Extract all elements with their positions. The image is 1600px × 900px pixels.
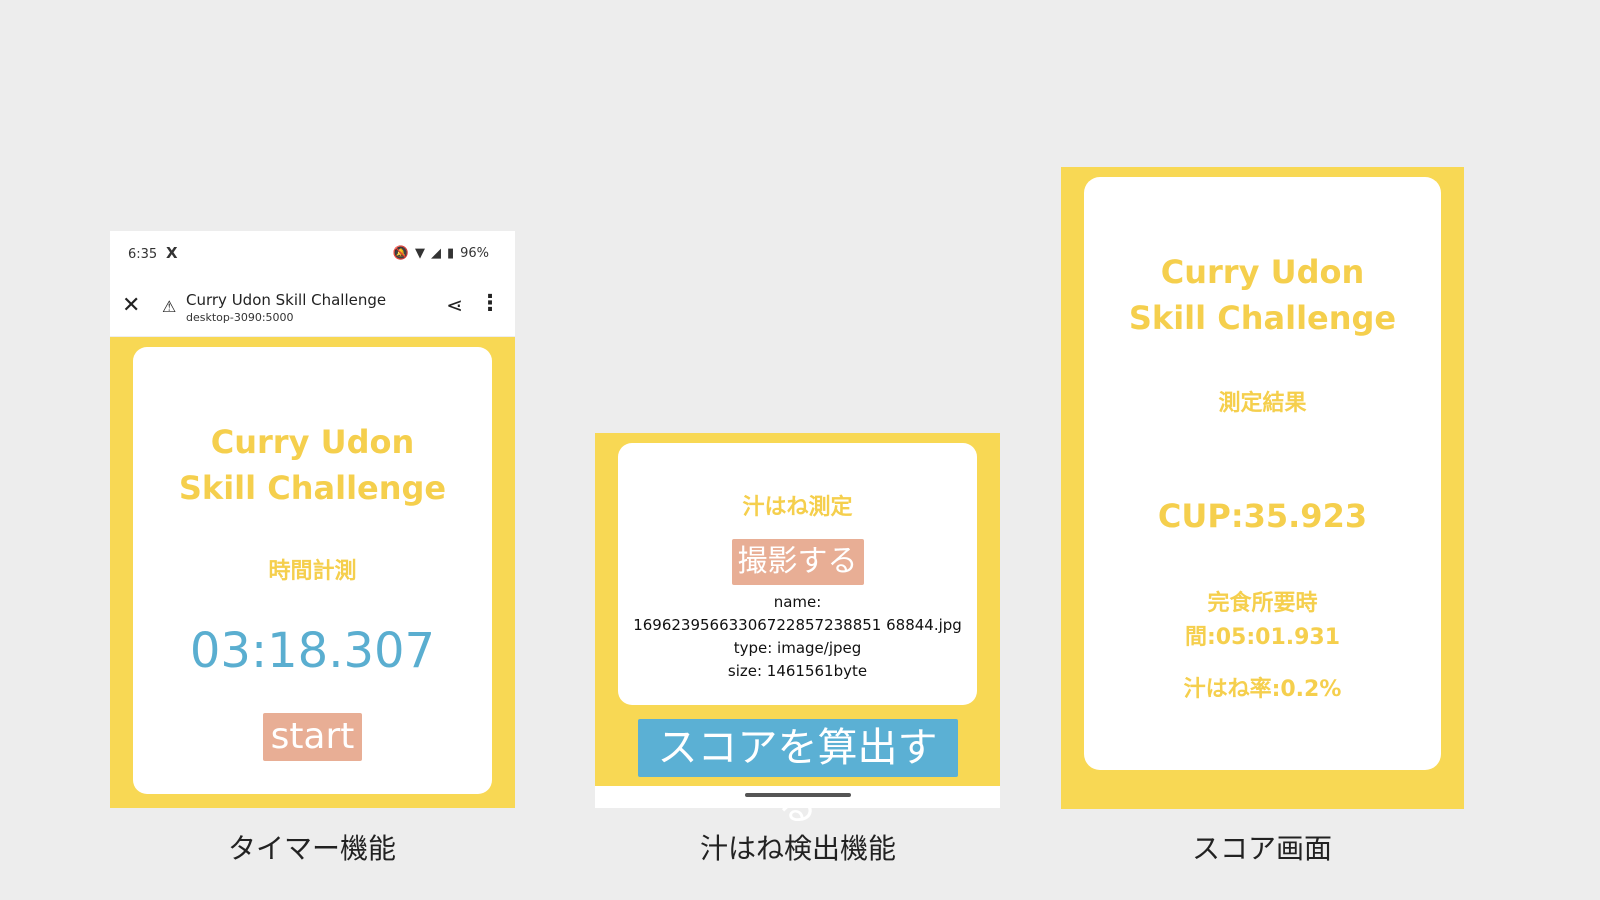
status-bar: 6:35 X 🔕 ▼ ◢ ▮ 96%: [110, 231, 515, 281]
capture-button[interactable]: 撮影する: [731, 539, 864, 585]
timer-screen: 6:35 X 🔕 ▼ ◢ ▮ 96% ✕ ⚠ Curry Udon Skill …: [110, 231, 515, 808]
close-icon[interactable]: ✕: [122, 293, 140, 318]
browser-bar: ✕ ⚠ Curry Udon Skill Challenge desktop-3…: [110, 281, 515, 337]
eating-time-line1: 完食所要時: [1207, 591, 1318, 616]
app-title-line2: Skill Challenge: [178, 469, 447, 507]
app-title-line1: Curry Udon: [1160, 253, 1365, 291]
app-title: Curry Udon Skill Challenge: [1084, 249, 1441, 341]
share-icon[interactable]: ⋖: [446, 293, 463, 317]
start-button[interactable]: start: [262, 713, 363, 761]
timer-display: 03:18.307: [189, 623, 436, 679]
app-background: 汁はね測定 撮影する name: 16962395663306722857238…: [595, 433, 1000, 829]
file-info: name: 16962395663306722857238851 68844.j…: [618, 591, 977, 683]
more-vert-icon[interactable]: ⋮: [479, 291, 501, 316]
app-title-line1: Curry Udon: [210, 423, 415, 461]
app-title: Curry Udon Skill Challenge: [133, 419, 492, 511]
calculate-score-button[interactable]: スコアを算出する: [637, 719, 958, 829]
file-type: type: image/jpeg: [733, 639, 862, 657]
page-title: Curry Udon Skill Challenge: [186, 291, 387, 309]
eating-time-line2: 間:05:01.931: [1184, 625, 1341, 650]
section-title: 時間計測: [268, 559, 357, 584]
score-screen: Curry Udon Skill Challenge 測定結果 CUP:35.9…: [1061, 167, 1464, 809]
nav-bar: [595, 786, 1000, 808]
signal-icon: ◢: [430, 246, 441, 261]
eating-time: 完食所要時 間:05:01.931: [1084, 587, 1441, 655]
gesture-handle[interactable]: [745, 793, 851, 797]
timer-caption: タイマー機能: [227, 832, 396, 865]
score-caption: スコア画面: [1191, 832, 1332, 865]
splash-rate: 汁はね率:0.2%: [1183, 677, 1342, 702]
splash-card: 汁はね測定 撮影する name: 16962395663306722857238…: [618, 443, 977, 705]
wifi-icon: ▼: [414, 246, 425, 261]
battery-icon: ▮: [446, 246, 455, 261]
splash-screen: 汁はね測定 撮影する name: 16962395663306722857238…: [595, 433, 1000, 829]
status-time: 6:35: [128, 247, 158, 262]
cup-score: CUP:35.923: [1157, 497, 1368, 535]
file-name-label: name:: [773, 593, 822, 611]
page-url: desktop-3090:5000: [186, 311, 294, 324]
file-size: size: 1461561byte: [727, 662, 868, 680]
splash-caption: 汁はね検出機能: [699, 832, 896, 865]
warning-icon: ⚠: [162, 297, 177, 316]
section-title: 測定結果: [1218, 391, 1307, 416]
status-icons: 🔕 ▼ ◢ ▮ 96%: [393, 246, 489, 261]
timer-card: Curry Udon Skill Challenge 時間計測 03:18.30…: [133, 347, 492, 794]
file-name: 16962395663306722857238851 68844.jpg: [633, 616, 962, 634]
x-app-icon: X: [166, 244, 178, 262]
bell-off-icon: 🔕: [392, 246, 409, 261]
section-title: 汁はね測定: [742, 495, 853, 520]
battery-percent: 96%: [460, 246, 489, 261]
app-title-line2: Skill Challenge: [1128, 299, 1397, 337]
app-background: Curry Udon Skill Challenge 時間計測 03:18.30…: [110, 337, 515, 808]
score-card: Curry Udon Skill Challenge 測定結果 CUP:35.9…: [1084, 177, 1441, 770]
